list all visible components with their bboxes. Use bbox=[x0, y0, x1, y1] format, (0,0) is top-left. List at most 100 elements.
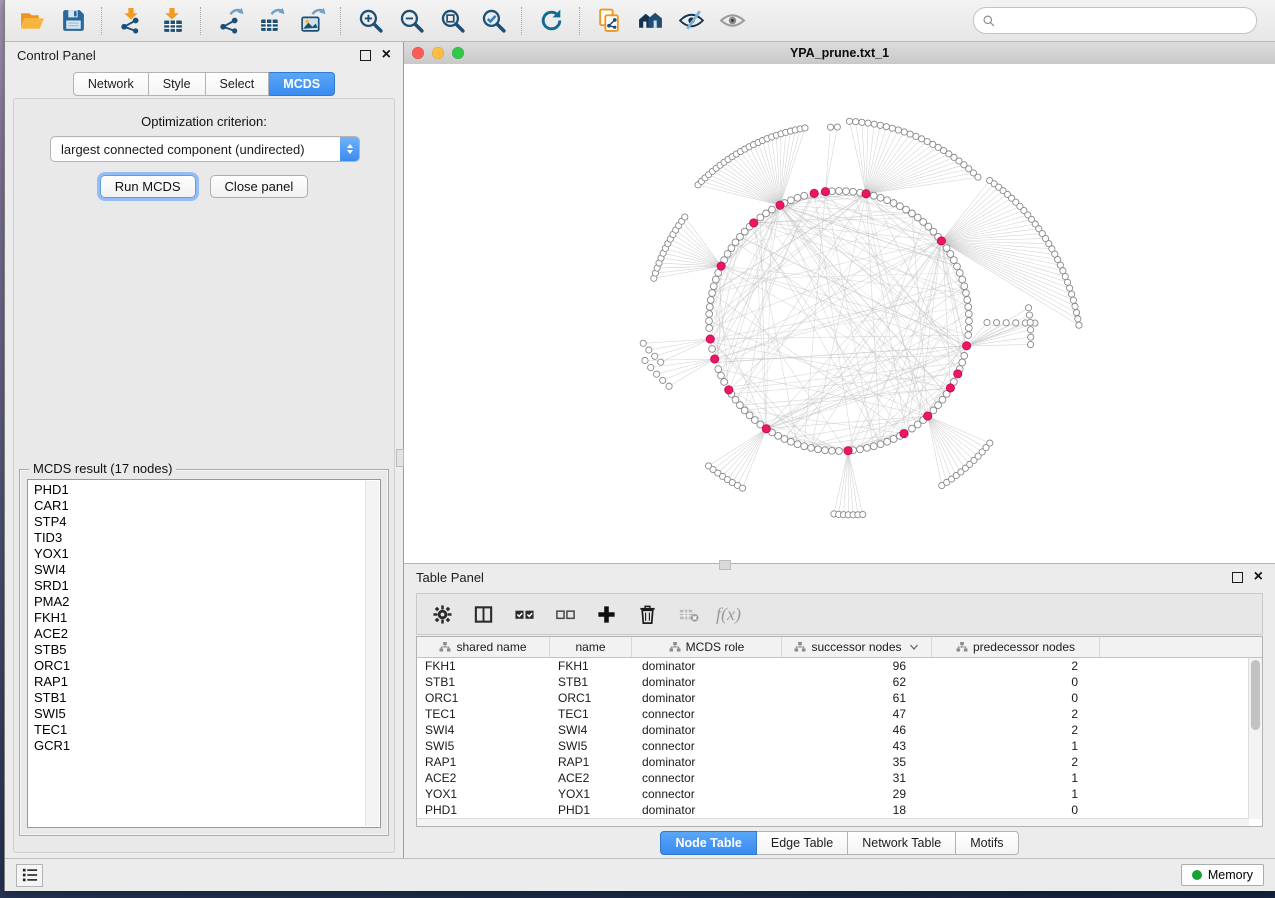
network-node[interactable] bbox=[715, 366, 722, 373]
network-node[interactable] bbox=[993, 320, 999, 326]
export-image-button[interactable] bbox=[293, 4, 331, 38]
dominator-node[interactable] bbox=[711, 355, 719, 363]
dominator-node[interactable] bbox=[844, 447, 852, 455]
dominator-node[interactable] bbox=[946, 384, 954, 392]
network-node[interactable] bbox=[682, 214, 688, 220]
delete-column-button[interactable] bbox=[634, 601, 660, 627]
network-node[interactable] bbox=[930, 407, 937, 414]
tab-mcds[interactable]: MCDS bbox=[269, 72, 335, 96]
network-node[interactable] bbox=[642, 357, 648, 363]
network-node[interactable] bbox=[822, 447, 829, 454]
network-node[interactable] bbox=[956, 269, 963, 276]
network-node[interactable] bbox=[853, 119, 859, 125]
dominator-node[interactable] bbox=[862, 190, 870, 198]
memory-button[interactable]: Memory bbox=[1181, 864, 1264, 886]
table-row[interactable]: PHD1PHD1dominator180 bbox=[417, 802, 1249, 818]
tab-network[interactable]: Network bbox=[73, 72, 149, 96]
network-node[interactable] bbox=[801, 192, 808, 199]
network-node[interactable] bbox=[857, 446, 864, 453]
network-node[interactable] bbox=[1075, 316, 1081, 322]
mcds-result-item[interactable]: TEC1 bbox=[34, 722, 380, 738]
network-canvas[interactable] bbox=[404, 64, 1275, 563]
tab-motifs[interactable]: Motifs bbox=[956, 831, 1018, 855]
network-node[interactable] bbox=[843, 188, 850, 195]
open-session-button[interactable] bbox=[13, 4, 51, 38]
import-network-button[interactable] bbox=[112, 4, 150, 38]
network-node[interactable] bbox=[1003, 320, 1009, 326]
network-node[interactable] bbox=[718, 372, 725, 379]
mcds-list-scrollbar[interactable] bbox=[365, 481, 379, 826]
dominator-node[interactable] bbox=[954, 370, 962, 378]
show-panels-eye-button[interactable] bbox=[713, 4, 751, 38]
network-node[interactable] bbox=[769, 206, 776, 213]
network-node[interactable] bbox=[947, 251, 954, 258]
network-node[interactable] bbox=[775, 432, 782, 439]
mcds-result-item[interactable]: STB1 bbox=[34, 690, 380, 706]
network-overview-button[interactable] bbox=[631, 4, 669, 38]
column-header-name[interactable]: name bbox=[550, 637, 632, 657]
tab-select[interactable]: Select bbox=[206, 72, 270, 96]
network-node[interactable] bbox=[859, 119, 865, 125]
network-node[interactable] bbox=[877, 194, 884, 201]
zoom-in-button[interactable] bbox=[351, 4, 389, 38]
select-all-columns-button[interactable] bbox=[511, 601, 537, 627]
network-node[interactable] bbox=[890, 200, 897, 207]
network-node[interactable] bbox=[966, 318, 973, 325]
network-node[interactable] bbox=[961, 283, 968, 290]
network-node[interactable] bbox=[965, 304, 972, 311]
search-box[interactable] bbox=[973, 7, 1257, 34]
dominator-node[interactable] bbox=[821, 188, 829, 196]
float-panel-icon[interactable] bbox=[360, 50, 371, 61]
search-input[interactable] bbox=[1001, 12, 1248, 29]
tab-style[interactable]: Style bbox=[149, 72, 206, 96]
float-table-panel-icon[interactable] bbox=[1232, 572, 1243, 583]
table-row[interactable]: STB1STB1dominator620 bbox=[417, 674, 1249, 690]
network-node[interactable] bbox=[815, 446, 822, 453]
network-node[interactable] bbox=[884, 438, 891, 445]
network-node[interactable] bbox=[1070, 297, 1076, 303]
column-header-predecessor-nodes[interactable]: predecessor nodes bbox=[932, 637, 1100, 657]
add-column-button[interactable] bbox=[593, 601, 619, 627]
network-node[interactable] bbox=[877, 441, 884, 448]
table-horizontal-scrollbar[interactable] bbox=[417, 818, 1249, 826]
unselect-all-columns-button[interactable] bbox=[552, 601, 578, 627]
zoom-out-button[interactable] bbox=[392, 4, 430, 38]
dominator-node[interactable] bbox=[924, 412, 932, 420]
network-node[interactable] bbox=[965, 311, 972, 318]
network-node[interactable] bbox=[950, 257, 957, 264]
save-session-button[interactable] bbox=[54, 4, 92, 38]
network-node[interactable] bbox=[1062, 273, 1068, 279]
network-node[interactable] bbox=[959, 359, 966, 366]
table-row[interactable]: YOX1YOX1connector291 bbox=[417, 786, 1249, 802]
network-node[interactable] bbox=[870, 443, 877, 450]
network-node[interactable] bbox=[965, 332, 972, 339]
table-row[interactable]: ORC1ORC1dominator610 bbox=[417, 690, 1249, 706]
network-node[interactable] bbox=[1060, 268, 1066, 274]
network-node[interactable] bbox=[706, 318, 713, 325]
mcds-result-item[interactable]: ORC1 bbox=[34, 658, 380, 674]
optimization-criterion-select[interactable]: largest connected component (undirected) bbox=[50, 136, 360, 162]
network-node[interactable] bbox=[640, 340, 646, 346]
network-node[interactable] bbox=[1028, 327, 1034, 333]
network-node[interactable] bbox=[1025, 305, 1031, 311]
mcds-result-item[interactable]: PMA2 bbox=[34, 594, 380, 610]
network-node[interactable] bbox=[961, 352, 968, 359]
duplicate-network-button[interactable] bbox=[590, 4, 628, 38]
task-history-button[interactable] bbox=[16, 864, 43, 887]
network-node[interactable] bbox=[653, 371, 659, 377]
network-node[interactable] bbox=[860, 511, 866, 517]
network-node[interactable] bbox=[787, 197, 794, 204]
network-node[interactable] bbox=[864, 445, 871, 452]
dominator-node[interactable] bbox=[900, 429, 908, 437]
table-row[interactable]: RAP1RAP1dominator352 bbox=[417, 754, 1249, 770]
zoom-fit-button[interactable] bbox=[433, 4, 471, 38]
network-node[interactable] bbox=[712, 276, 719, 283]
mcds-result-item[interactable]: SRD1 bbox=[34, 578, 380, 594]
dominator-node[interactable] bbox=[706, 335, 714, 343]
dominator-node[interactable] bbox=[750, 219, 758, 227]
network-node[interactable] bbox=[802, 125, 808, 131]
network-node[interactable] bbox=[706, 311, 713, 318]
network-node[interactable] bbox=[850, 188, 857, 195]
network-node[interactable] bbox=[707, 297, 714, 304]
network-node[interactable] bbox=[895, 127, 901, 133]
